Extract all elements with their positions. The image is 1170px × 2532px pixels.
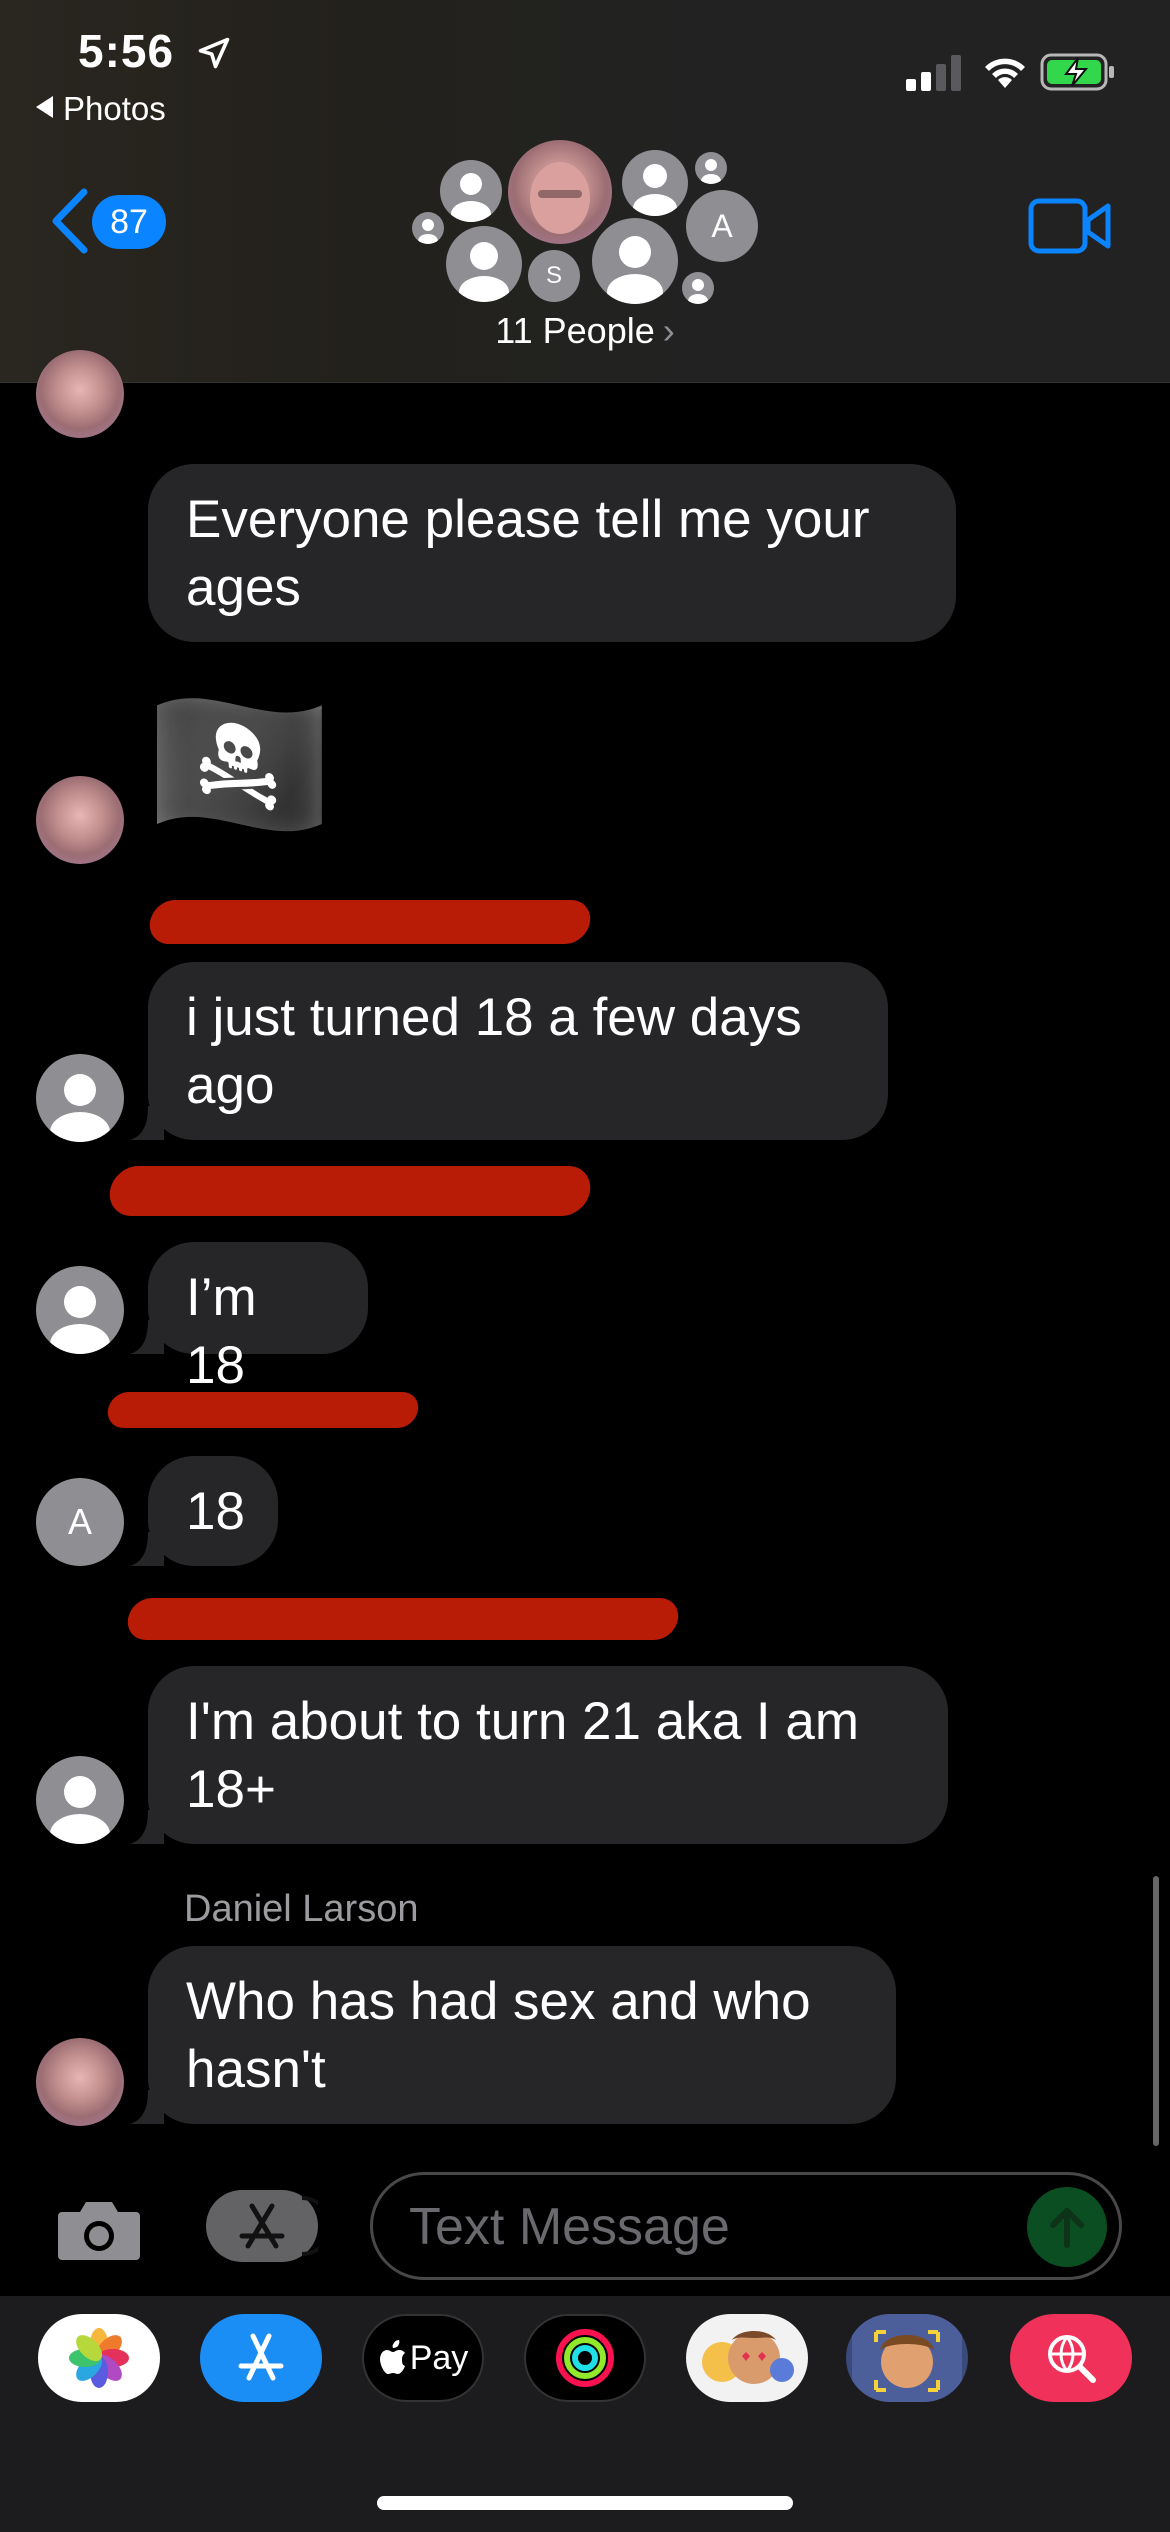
avatar-initial-s: S: [528, 250, 580, 302]
redaction-mark: [146, 900, 594, 944]
avatar-person-4: [412, 212, 444, 244]
avatar-initial-a: A: [36, 1478, 124, 1566]
avatar-daniel: [36, 350, 124, 438]
pirate-flag-emoji[interactable]: 🏴‍☠️: [146, 684, 333, 844]
message-text: 18: [186, 1482, 245, 1541]
apple-pay-label: Pay: [409, 2338, 469, 2377]
cellular-signal-icon: [906, 55, 961, 91]
back-to-photos-link[interactable]: Photos: [36, 90, 166, 128]
message-text: I'm about to turn 21 aka I am 18+: [186, 1692, 859, 1819]
message-text: i just turned 18 a few days ago: [186, 988, 802, 1115]
location-arrow-icon: [198, 37, 230, 69]
apple-pay-button[interactable]: Pay: [362, 2314, 484, 2402]
send-button[interactable]: [1027, 2187, 1107, 2267]
bubble-tail: [130, 1810, 164, 1844]
photos-flower-icon: [69, 2328, 129, 2388]
back-app-label: Photos: [63, 90, 166, 127]
avatar-person-3: [695, 152, 727, 184]
avatar-person-1: [440, 160, 502, 222]
message-text: Who has had sex and who hasn't: [186, 1972, 811, 2099]
message-bubble[interactable]: i just turned 18 a few days ago: [148, 962, 888, 1140]
avatar-person-6: [592, 218, 678, 304]
home-indicator[interactable]: [377, 2496, 793, 2510]
message-bubble[interactable]: Who has had sex and who hasn't: [148, 1946, 896, 2124]
message-bubble[interactable]: I'm about to turn 21 aka I am 18+: [148, 1666, 948, 1844]
message-input-field[interactable]: [370, 2172, 1122, 2280]
message-bubble[interactable]: 18: [148, 1456, 278, 1566]
avatar-person-7: [682, 272, 714, 304]
facetime-video-icon[interactable]: [1028, 198, 1112, 254]
memoji-button[interactable]: [846, 2314, 968, 2402]
avatar-daniel-large: [508, 140, 612, 244]
message-bubble[interactable]: I’m 18: [148, 1242, 368, 1395]
bubble-tail: [130, 1532, 164, 1566]
bubble-tail: [130, 1106, 164, 1140]
app-store-a-icon: [238, 2333, 284, 2381]
photos-app-button[interactable]: [38, 2314, 160, 2402]
fitness-activity-button[interactable]: [524, 2314, 646, 2402]
camera-icon[interactable]: [54, 2198, 144, 2264]
chevron-right-icon: ›: [662, 310, 675, 351]
redaction-mark: [105, 1392, 421, 1428]
avatar-daniel: [36, 776, 124, 864]
unread-count-badge[interactable]: 87: [92, 195, 166, 249]
memoji-face-icon: [852, 2314, 962, 2402]
redaction-mark: [106, 1166, 594, 1216]
message-text: Everyone please tell me your ages: [186, 490, 870, 617]
sender-name: Daniel Larson: [184, 1888, 419, 1930]
memoji-sticker-icon: [702, 2331, 794, 2384]
group-title-text: 11 People: [495, 310, 655, 351]
back-triangle-icon: [36, 96, 53, 118]
wifi-icon: [985, 58, 1025, 88]
conversation-header: 5:56 Photos 87 A S 11 People ›: [0, 0, 1170, 383]
back-chevron-icon[interactable]: [50, 188, 90, 254]
time-text: 5:56: [78, 25, 175, 77]
app-store-icon: [239, 2196, 332, 2256]
group-title[interactable]: 11 People ›: [0, 310, 1170, 352]
avatar-daniel: [36, 2038, 124, 2126]
app-store-button[interactable]: [206, 2190, 332, 2262]
avatar-placeholder: [36, 1266, 124, 1354]
message-bubble[interactable]: Everyone please tell me your ages: [148, 464, 956, 642]
scroll-indicator[interactable]: [1153, 1876, 1159, 2146]
battery-charging-icon: [1040, 53, 1114, 91]
redaction-mark: [125, 1598, 681, 1640]
message-input[interactable]: [407, 2193, 1011, 2261]
apple-logo-icon: [379, 2340, 405, 2374]
app-store-drawer-button[interactable]: [200, 2314, 322, 2402]
animoji-stickers-button[interactable]: [686, 2314, 808, 2402]
bubble-tail: [130, 1320, 164, 1354]
avatar-initial-a: A: [686, 190, 758, 262]
avatar-placeholder: [36, 1756, 124, 1844]
message-text: I’m 18: [186, 1268, 257, 1395]
bubble-tail: [130, 2090, 164, 2124]
avatar-person-5: [446, 226, 522, 302]
globe-search-icon: [1048, 2335, 1096, 2383]
avatar-placeholder: [36, 1054, 124, 1142]
arrow-up-icon: [1050, 2208, 1084, 2248]
activity-rings-icon: [556, 2329, 614, 2387]
status-time: 5:56: [78, 24, 232, 78]
avatar-person-2: [622, 150, 688, 216]
web-search-button[interactable]: [1010, 2314, 1132, 2402]
